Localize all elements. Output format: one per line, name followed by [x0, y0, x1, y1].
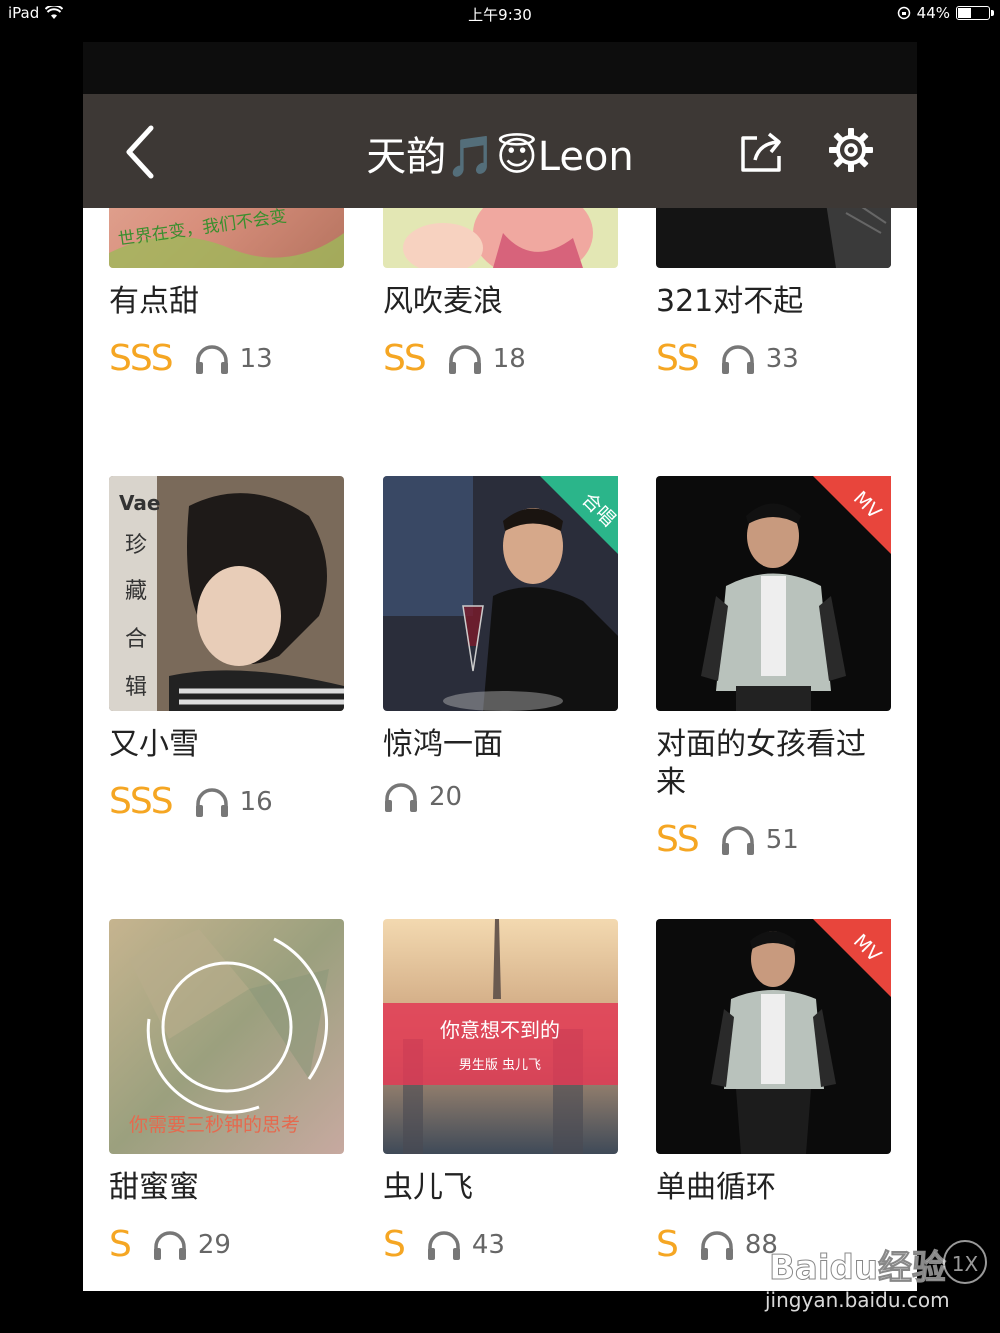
headphones-icon — [721, 825, 754, 855]
song-title[interactable]: 风吹麦浪 — [383, 283, 618, 321]
play-count: 20 — [429, 782, 463, 812]
mv-badge: MV — [813, 476, 891, 554]
nav-bar: 天韵🎵😇Leon — [83, 94, 917, 208]
album-cover[interactable]: 你意想不到的 男生版 虫儿飞 — [383, 919, 618, 1154]
svg-text:你需要三秒钟的思考: 你需要三秒钟的思考 — [129, 1114, 300, 1136]
svg-text:你意想不到的: 你意想不到的 — [440, 1018, 560, 1042]
rank-badge: SS — [656, 819, 700, 860]
song-meta: SS 33 — [656, 338, 799, 379]
svg-text:辑: 辑 — [125, 675, 147, 700]
battery-percent: 44% — [916, 4, 950, 22]
headphones-icon — [721, 344, 754, 374]
song-title[interactable]: 单曲循环 — [656, 1169, 891, 1207]
play-count: 33 — [765, 343, 799, 374]
rotation-lock-icon — [897, 6, 910, 20]
share-icon[interactable] — [737, 130, 785, 174]
song-title[interactable]: 甜蜜蜜 — [109, 1169, 344, 1207]
song-title[interactable]: 321对不起 — [656, 283, 891, 321]
zoom-indicator[interactable]: 1X — [943, 1240, 987, 1284]
top-black-bar — [83, 42, 917, 94]
battery-icon — [956, 6, 994, 20]
rank-badge: S — [109, 1224, 132, 1265]
clock: 上午9:30 — [468, 6, 532, 24]
watermark: Baidu经验 1X jingyan.baidu.com — [765, 1240, 995, 1320]
rank-badge: SSS — [109, 781, 174, 822]
watermark-brand: Baidu经验 — [768, 1248, 947, 1289]
play-count: 13 — [239, 343, 273, 374]
play-count: 16 — [239, 786, 273, 817]
rank-badge: SSS — [109, 338, 174, 379]
song-title[interactable]: 有点甜 — [109, 283, 344, 321]
svg-text:藏: 藏 — [125, 579, 147, 604]
song-meta: S 88 — [656, 1224, 778, 1265]
song-meta: SSS 16 — [109, 781, 273, 822]
headphones-icon — [195, 787, 228, 817]
headphones-icon — [385, 783, 417, 812]
album-cover[interactable]: Vae 珍 藏 合 辑 — [109, 476, 344, 711]
headphones-icon — [153, 1230, 186, 1260]
status-bar: iPad 上午9:30 44% — [0, 0, 1000, 28]
play-count: 29 — [197, 1229, 231, 1260]
play-count: 18 — [492, 343, 526, 374]
gear-icon[interactable] — [827, 126, 875, 174]
svg-text:Vae: Vae — [119, 491, 160, 515]
song-title[interactable]: 惊鸿一面 — [383, 726, 618, 764]
song-meta: 20 — [383, 781, 462, 813]
mv-badge: MV — [813, 919, 891, 997]
svg-text:男生版 虫儿飞: 男生版 虫儿飞 — [459, 1058, 541, 1073]
svg-text:珍: 珍 — [125, 533, 147, 558]
headphones-icon — [448, 344, 481, 374]
song-meta: SSS 13 — [109, 338, 273, 379]
headphones-icon — [195, 344, 228, 374]
duet-badge: 合唱 — [540, 476, 618, 554]
play-count: 43 — [471, 1229, 505, 1260]
rank-badge: S — [656, 1224, 679, 1265]
album-cover[interactable]: 你需要三秒钟的思考 — [109, 919, 344, 1154]
song-meta: SS 18 — [383, 338, 526, 379]
headphones-icon — [427, 1230, 460, 1260]
app-window: 世界在变，我们不会变 有点甜 SSS 13 风吹麦浪 SS 18 321对不起 … — [83, 94, 917, 1291]
song-title[interactable]: 对面的女孩看过来 — [656, 726, 891, 802]
song-title[interactable]: 又小雪 — [109, 726, 344, 764]
play-count: 51 — [765, 824, 799, 855]
song-meta: SS 51 — [656, 819, 799, 860]
svg-text:合: 合 — [125, 627, 147, 652]
rank-badge: SS — [656, 338, 700, 379]
rank-badge: S — [383, 1224, 406, 1265]
song-title[interactable]: 虫儿飞 — [383, 1169, 618, 1207]
headphones-icon — [700, 1230, 733, 1260]
song-meta: S 29 — [109, 1224, 231, 1265]
watermark-url: jingyan.baidu.com — [765, 1288, 950, 1312]
song-meta: S 43 — [383, 1224, 505, 1265]
rank-badge: SS — [383, 338, 427, 379]
page-title: 天韵🎵😇Leon — [366, 134, 634, 180]
